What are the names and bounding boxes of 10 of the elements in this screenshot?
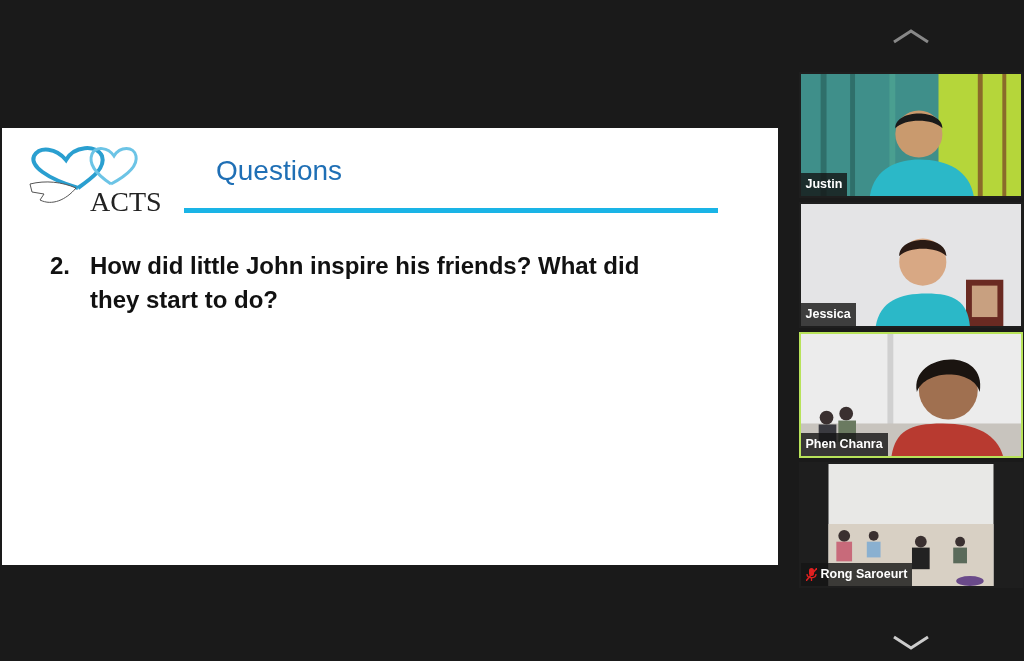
question-text: How did little John inspire his friends? What did they start to do? [90, 251, 641, 315]
participant-name: Phen Chanra [805, 436, 883, 454]
participant-name: Justin [805, 176, 843, 194]
participant-name: Rong Saroeurt [820, 566, 908, 584]
logo: ACTS [26, 144, 194, 214]
scroll-up-icon[interactable] [891, 28, 930, 44]
slide-title: Questions [216, 157, 343, 185]
question-number: 2. [50, 251, 71, 281]
scroll-down-icon[interactable] [891, 634, 930, 650]
participant-name: Jessica [805, 306, 851, 324]
